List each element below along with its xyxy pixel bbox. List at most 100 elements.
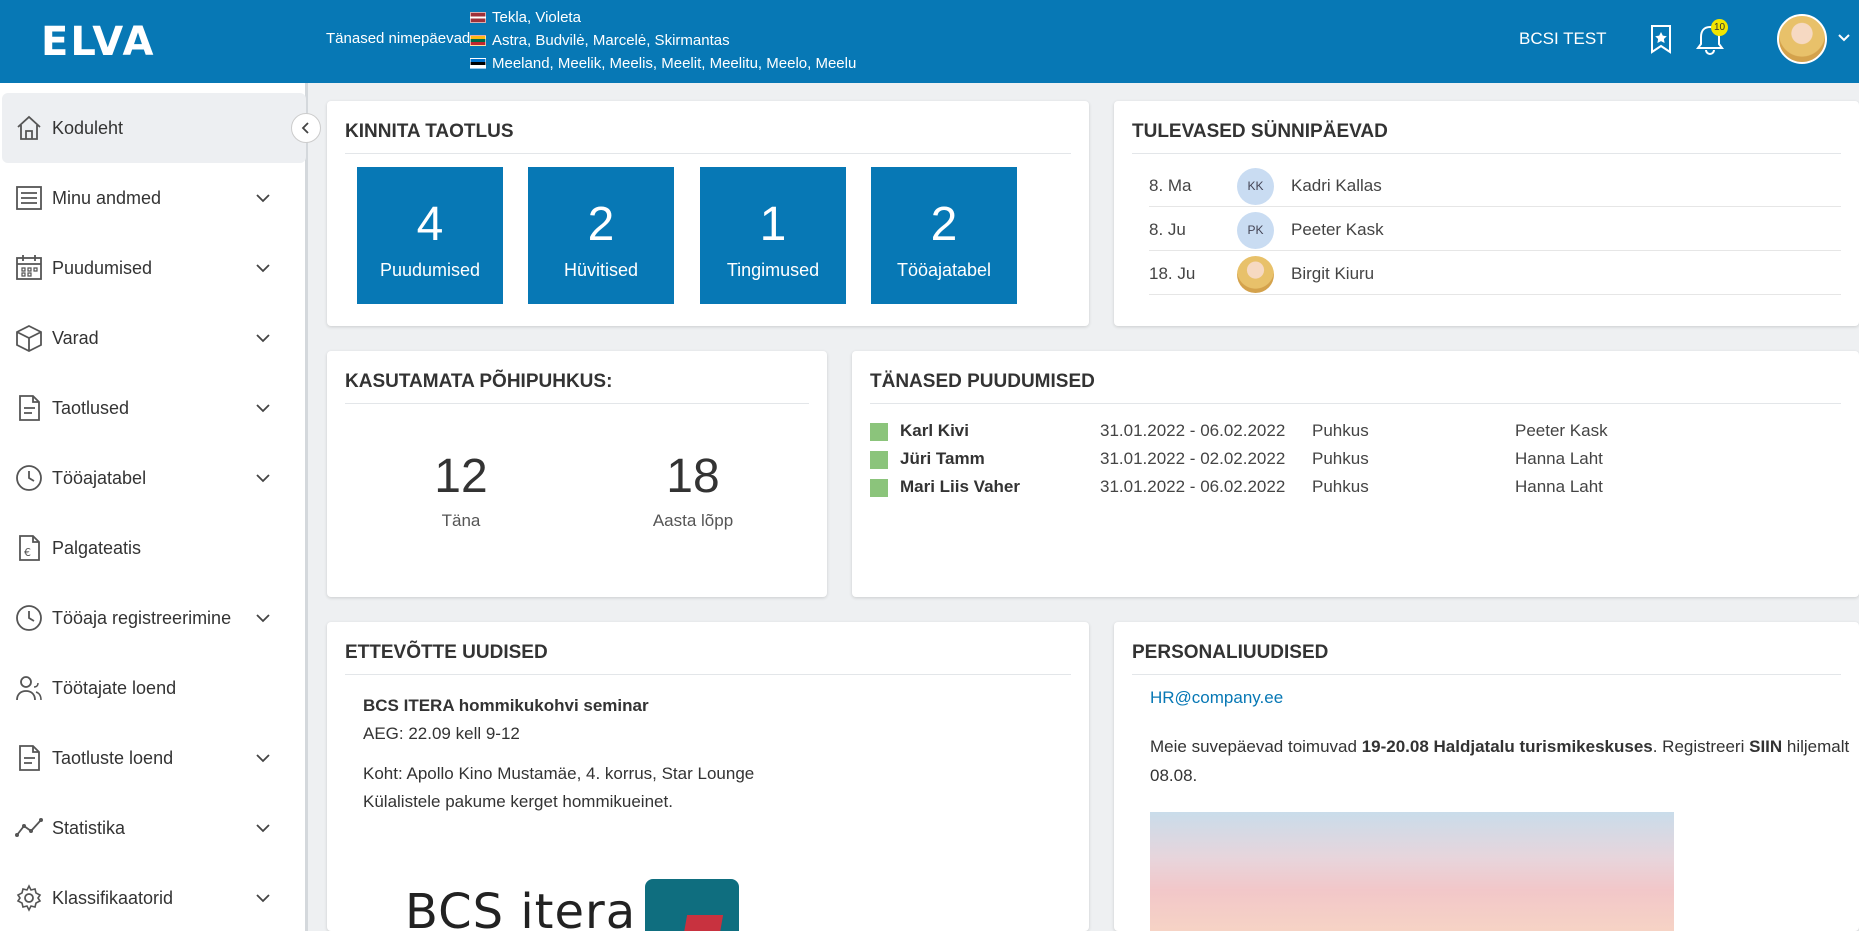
sidebar-item-tooajatabel[interactable]: Tööajatabel xyxy=(2,443,306,513)
absence-employee: Karl Kivi xyxy=(900,421,969,440)
sidebar-item-label: Statistika xyxy=(52,817,126,838)
sidebar-item-statistika[interactable]: Statistika xyxy=(2,793,306,863)
birthday-row: 18. Ju Birgit Kiuru xyxy=(1149,251,1841,295)
hr-news-text: Meie suvepäevad toimuvad 19-20.08 Haldja… xyxy=(1150,737,1850,785)
register-link[interactable]: SIIN xyxy=(1749,737,1782,756)
birthday-name: Birgit Kiuru xyxy=(1291,264,1375,283)
tile-count: 1 xyxy=(759,198,787,251)
clock-icon xyxy=(16,465,42,491)
card-title: PERSONALIUUDISED xyxy=(1132,642,1329,663)
sidebar-item-minu-andmed[interactable]: Minu andmed xyxy=(2,163,306,233)
chevron-left-icon xyxy=(301,122,309,134)
hr-news-image xyxy=(1150,812,1674,931)
sidebar-item-label: Töötajate loend xyxy=(52,677,177,698)
vacation-today-value: 12 xyxy=(434,450,488,503)
sidebar-item-klassifikaatorid[interactable]: Klassifikaatorid xyxy=(2,863,306,931)
chevron-down-icon[interactable] xyxy=(254,889,272,907)
divider xyxy=(1132,674,1841,675)
chevron-down-icon[interactable] xyxy=(254,819,272,837)
chevron-down-icon[interactable] xyxy=(1836,30,1852,46)
absence-row: Mari Liis Vaher 31.01.2022 - 06.02.2022 … xyxy=(870,475,1841,503)
approve-tile-tooajatabel[interactable]: 2 Tööajatabel xyxy=(871,167,1017,304)
approve-tile-puudumised[interactable]: 4 Puudumised xyxy=(357,167,503,304)
chevron-down-icon[interactable] xyxy=(254,329,272,347)
sidebar: Koduleht Minu andmed Puudumised Varad Ta… xyxy=(0,83,308,931)
chevron-down-icon[interactable] xyxy=(254,609,272,627)
box-icon xyxy=(16,324,42,353)
user-avatar[interactable] xyxy=(1777,14,1827,64)
news-offer: Külalistele pakume kerget hommikueinet. xyxy=(363,792,673,811)
birthday-date: 8. Ma xyxy=(1149,176,1192,195)
divider xyxy=(345,674,1071,675)
file-icon xyxy=(19,395,40,421)
approve-tile-huvitised[interactable]: 2 Hüvitised xyxy=(528,167,674,304)
sidebar-item-taotluste-loend[interactable]: Taotluste loend xyxy=(2,723,306,793)
nameday-names: Astra, Budvilė, Marcelė, Skirmantas xyxy=(492,32,730,49)
lithuania-flag-icon xyxy=(470,35,486,46)
status-indicator xyxy=(870,423,888,441)
hr-news-card: PERSONALIUUDISED HR@company.ee Meie suve… xyxy=(1114,622,1859,931)
top-bar: ELVA Tänased nimepäevad: Tekla, Violeta … xyxy=(0,0,1859,83)
card-title: TÄNASED PUUDUMISED xyxy=(870,371,1095,392)
tile-count: 2 xyxy=(930,198,958,251)
sidebar-item-tootajate-loend[interactable]: Töötajate loend xyxy=(2,653,306,723)
sidebar-item-puudumised[interactable]: Puudumised xyxy=(2,233,306,303)
namedays-list: Tekla, Violeta Astra, Budvilė, Marcelė, … xyxy=(470,6,856,75)
company-news-card: ETTEVÕTTE UUDISED BCS ITERA hommikukohvi… xyxy=(327,622,1089,931)
sidebar-collapse-button[interactable] xyxy=(291,113,321,143)
news-place: Koht: Apollo Kino Mustamäe, 4. korrus, S… xyxy=(363,764,755,783)
tile-label: Puudumised xyxy=(379,260,481,280)
absence-substitute: Peeter Kask xyxy=(1515,421,1608,440)
avatar: KK xyxy=(1237,168,1274,205)
absence-row: Jüri Tamm 31.01.2022 - 02.02.2022 Puhkus… xyxy=(870,447,1841,475)
divider xyxy=(870,403,1841,404)
bookmark-star-icon[interactable] xyxy=(1648,24,1674,54)
chart-line-icon xyxy=(15,818,43,837)
tile-label: Tingimused xyxy=(726,260,820,280)
absence-dates: 31.01.2022 - 06.02.2022 xyxy=(1100,477,1286,496)
hr-email-link[interactable]: HR@company.ee xyxy=(1150,688,1283,708)
absence-substitute: Hanna Laht xyxy=(1515,449,1603,468)
card-title: TULEVASED SÜNNIPÄEVAD xyxy=(1132,121,1388,142)
sidebar-item-taotlused[interactable]: Taotlused xyxy=(2,373,306,443)
sidebar-item-varad[interactable]: Varad xyxy=(2,303,306,373)
sidebar-item-label: Palgateatis xyxy=(52,537,142,558)
card-title: KASUTAMATA PÕHIPUHKUS: xyxy=(345,371,613,392)
namedays-label: Tänased nimepäevad: xyxy=(326,30,475,47)
calendar-icon xyxy=(16,255,42,280)
gear-icon xyxy=(16,884,42,912)
absence-row: Karl Kivi 31.01.2022 - 06.02.2022 Puhkus… xyxy=(870,419,1841,447)
chevron-down-icon[interactable] xyxy=(254,189,272,207)
sidebar-item-label: Koduleht xyxy=(52,117,124,138)
avatar: PK xyxy=(1237,212,1274,249)
sidebar-item-tooaja-registreerimine[interactable]: Tööaja registreerimine xyxy=(2,583,306,653)
vacation-year-end-label: Aasta lõpp xyxy=(652,511,734,530)
elva-logo[interactable]: ELVA xyxy=(41,19,156,65)
clock-icon xyxy=(16,605,42,631)
company-name[interactable]: BCSI TEST xyxy=(1519,29,1607,49)
nameday-names: Meeland, Meelik, Meelis, Meelit, Meelitu… xyxy=(492,55,857,72)
absence-type: Puhkus xyxy=(1312,421,1369,440)
chevron-down-icon[interactable] xyxy=(254,749,272,767)
approve-requests-card: KINNITA TAOTLUS 4 Puudumised 2 Hüvitised… xyxy=(327,101,1089,326)
payslip-icon: € xyxy=(19,535,40,561)
absence-substitute: Hanna Laht xyxy=(1515,477,1603,496)
nameday-row-latvia: Tekla, Violeta xyxy=(470,6,856,29)
tile-label: Tööajatabel xyxy=(896,260,992,280)
sidebar-item-label: Tööajatabel xyxy=(52,467,147,488)
absence-employee: Mari Liis Vaher xyxy=(900,477,1020,496)
absence-type: Puhkus xyxy=(1312,477,1369,496)
sidebar-item-palgateatis[interactable]: € Palgateatis xyxy=(2,513,306,583)
sidebar-item-label: Puudumised xyxy=(52,257,153,278)
divider xyxy=(1132,153,1841,154)
chevron-down-icon[interactable] xyxy=(254,399,272,417)
approve-tile-tingimused[interactable]: 1 Tingimused xyxy=(700,167,846,304)
tile-count: 2 xyxy=(587,198,615,251)
todays-absences-card: TÄNASED PUUDUMISED Karl Kivi 31.01.2022 … xyxy=(852,351,1859,597)
chevron-down-icon[interactable] xyxy=(254,469,272,487)
svg-text:€: € xyxy=(24,546,31,559)
chevron-down-icon[interactable] xyxy=(254,259,272,277)
sidebar-item-label: Minu andmed xyxy=(52,187,162,208)
sidebar-item-koduleht[interactable]: Koduleht xyxy=(2,93,306,163)
nameday-names: Tekla, Violeta xyxy=(492,9,581,26)
